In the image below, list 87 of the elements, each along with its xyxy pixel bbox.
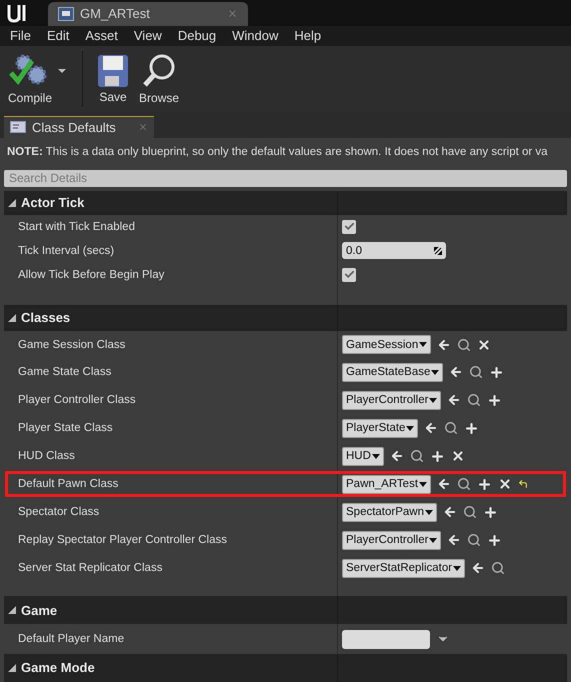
arrow-left-icon[interactable] bbox=[443, 505, 457, 520]
property-label: Player Controller Class bbox=[18, 394, 136, 406]
plus-icon[interactable] bbox=[464, 420, 480, 436]
property-label: Replay Spectator Player Controller Class bbox=[18, 534, 228, 546]
plus-icon[interactable] bbox=[483, 504, 498, 520]
class-dropdown[interactable]: GameSession bbox=[342, 335, 432, 354]
caret-icon[interactable] bbox=[58, 68, 66, 73]
arrow-left-icon[interactable] bbox=[447, 533, 462, 548]
blueprint-icon bbox=[58, 6, 74, 21]
property-label: Game Session Class bbox=[18, 338, 126, 350]
plus-icon[interactable] bbox=[487, 392, 502, 408]
section-header[interactable]: Actor Tick bbox=[4, 190, 567, 215]
section-title: Game bbox=[21, 602, 58, 618]
plus-icon[interactable] bbox=[489, 364, 504, 380]
menu-item[interactable]: Window bbox=[224, 28, 286, 44]
arrow-left-icon[interactable] bbox=[447, 393, 462, 408]
class-dropdown[interactable]: PlayerState bbox=[342, 418, 418, 438]
search-icon[interactable] bbox=[463, 505, 477, 520]
expand-triangle-icon[interactable] bbox=[8, 314, 16, 322]
arrow-left-icon[interactable] bbox=[390, 449, 404, 464]
number-field[interactable]: 0.0 bbox=[342, 242, 446, 260]
property-label: Server Stat Replicator Class bbox=[18, 562, 162, 574]
section-header[interactable]: Game bbox=[4, 596, 567, 624]
class-dropdown[interactable]: ServerStatReplicator bbox=[342, 558, 466, 578]
property-label: Default Pawn Class bbox=[18, 478, 118, 490]
menu-item[interactable]: Edit bbox=[38, 28, 78, 44]
arrow-left-icon[interactable] bbox=[424, 421, 438, 436]
arrow-left-icon[interactable] bbox=[437, 477, 452, 492]
arrow-left-icon[interactable] bbox=[471, 561, 486, 576]
search-icon[interactable] bbox=[491, 561, 506, 576]
property-label: Start with Tick Enabled bbox=[18, 220, 135, 233]
search-icon[interactable] bbox=[469, 365, 484, 380]
checkbox[interactable] bbox=[342, 220, 356, 234]
menu-item[interactable]: File bbox=[2, 28, 39, 44]
search-icon[interactable] bbox=[457, 338, 472, 352]
details-icon bbox=[10, 121, 26, 134]
search-icon[interactable] bbox=[410, 449, 424, 464]
class-dropdown[interactable]: SpectatorPawn bbox=[342, 502, 437, 522]
class-dropdown[interactable]: Pawn_ARTest bbox=[342, 474, 432, 494]
browse-button[interactable]: Browse bbox=[135, 50, 184, 107]
note-text: NOTE: This is a data only blueprint, so only the default values are shown. It does not have any script or va bbox=[6, 144, 549, 160]
property-label: HUD Class bbox=[18, 450, 75, 462]
property-label: Tick Interval (secs) bbox=[18, 244, 114, 257]
class-dropdown[interactable]: HUD bbox=[342, 446, 384, 466]
expand-triangle-icon[interactable] bbox=[8, 606, 16, 614]
arrow-left-icon[interactable] bbox=[449, 365, 464, 380]
property-label: Game State Class bbox=[18, 366, 112, 378]
expand-triangle-icon[interactable] bbox=[8, 664, 16, 672]
section-title: Game Mode bbox=[21, 660, 95, 676]
menu-item[interactable]: Debug bbox=[170, 28, 224, 44]
search-icon[interactable] bbox=[467, 533, 482, 548]
section-header[interactable]: Game Mode bbox=[4, 654, 567, 682]
section-title: Classes bbox=[21, 310, 70, 326]
panel-tab[interactable]: Class Defaults bbox=[4, 116, 154, 138]
menu-item[interactable]: Asset bbox=[77, 28, 126, 44]
class-dropdown[interactable]: PlayerController bbox=[342, 390, 442, 410]
checkbox[interactable] bbox=[342, 268, 356, 282]
document-tab-title: GM_ARTest bbox=[80, 6, 150, 22]
section-header[interactable]: Classes bbox=[4, 304, 567, 331]
reset-arrow-icon[interactable] bbox=[518, 479, 528, 490]
spin-arrows-icon[interactable] bbox=[434, 246, 442, 255]
player-name-field[interactable] bbox=[342, 630, 430, 649]
property-label: Player State Class bbox=[18, 422, 113, 434]
magnifier-icon bbox=[141, 52, 178, 89]
menu-item[interactable]: Help bbox=[286, 28, 330, 44]
save-button[interactable]: Save bbox=[93, 52, 134, 106]
plus-icon[interactable] bbox=[430, 448, 445, 464]
property-label: Allow Tick Before Begin Play bbox=[18, 268, 164, 281]
menu-item[interactable]: View bbox=[126, 28, 170, 44]
plus-icon[interactable] bbox=[487, 532, 502, 548]
class-dropdown[interactable]: PlayerController bbox=[342, 530, 442, 550]
class-dropdown[interactable]: GameStateBase bbox=[342, 362, 444, 382]
close-icon[interactable] bbox=[477, 338, 492, 352]
search-field[interactable]: Search Details bbox=[4, 170, 567, 187]
close-icon[interactable] bbox=[450, 449, 465, 464]
document-tab[interactable]: GM_ARTest bbox=[48, 2, 248, 26]
property-label: Default Player Name bbox=[18, 633, 124, 646]
compile-button[interactable]: Compile bbox=[4, 50, 56, 107]
search-icon[interactable] bbox=[467, 393, 482, 408]
section-title: Actor Tick bbox=[21, 195, 84, 210]
expand-triangle-icon[interactable] bbox=[8, 198, 16, 207]
search-icon[interactable] bbox=[457, 477, 472, 492]
search-icon[interactable] bbox=[444, 421, 458, 436]
arrow-left-icon[interactable] bbox=[437, 338, 452, 352]
close-icon[interactable] bbox=[498, 477, 512, 492]
property-label: Spectator Class bbox=[18, 506, 100, 518]
plus-icon[interactable] bbox=[477, 476, 492, 492]
